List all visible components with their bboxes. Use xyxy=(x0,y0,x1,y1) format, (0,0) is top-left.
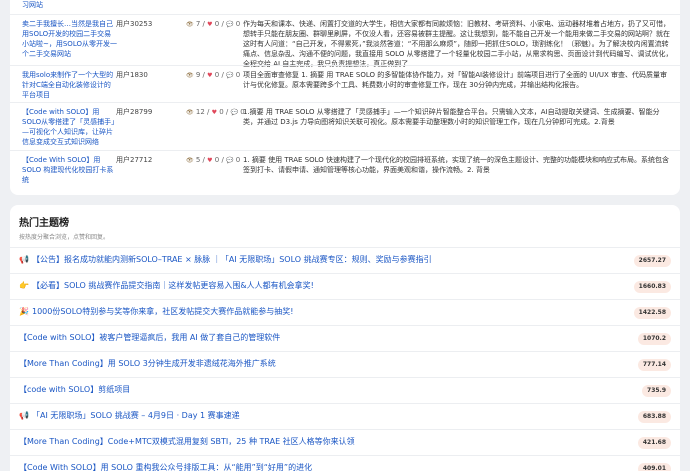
row-user[interactable]: 用户28799 xyxy=(116,107,152,117)
score-badge: 409.01 xyxy=(637,463,671,471)
row-user[interactable]: 用户27712 xyxy=(116,155,152,165)
row-stats: 👁 7 / ♥ 0 / 💬 0 xyxy=(186,20,241,28)
score-badge: 1422.58 xyxy=(633,307,671,319)
comment-count: 0 xyxy=(235,71,241,79)
pointing-hand-icon: 👉 xyxy=(19,281,29,290)
score-badge: 1660.83 xyxy=(633,281,671,293)
list-item[interactable]: 📢 【公告】报名成功就能内测新SOLO–TRAE × 脉脉 ｜「AI 无限职场」… xyxy=(10,247,680,273)
view-count: 7 xyxy=(195,20,201,28)
row-description: 1. 摘要 使用 TRAE SOLO 快速构建了一个现代化的校园排班系统，实现了… xyxy=(243,156,669,174)
row-title-link[interactable]: 【Code with SOLO】用SOLO从零搭建了「灵感捕手」—可视化个人知识… xyxy=(22,107,117,147)
heart-icon: ♥ xyxy=(211,109,217,116)
table-row: 【Code With SOLO】用 SOLO 构建现代化校园打卡系统 用户277… xyxy=(10,150,680,186)
row-title-link[interactable]: 卖二手我擅长…当然是我自己用SOLO开发的校园二手交易小站啦~，用SOLO从零开… xyxy=(22,19,117,59)
megaphone-icon: 📢 xyxy=(19,411,29,420)
hot-topics-card: 热门主题榜 按热度分聚合浏览，点赞和回复。 📢 【公告】报名成功就能内测新SOL… xyxy=(10,205,680,471)
score-badge: 735.9 xyxy=(642,385,671,397)
view-count: 5 xyxy=(195,156,201,164)
row-stats: 👁 9 / ♥ 0 / 💬 0 xyxy=(186,71,241,79)
row-description: 项目全面审查修复 1. 摘要 用 TRAE SOLO 的多智能体协作能力，对「智… xyxy=(243,71,667,89)
like-count: 0 xyxy=(214,20,220,28)
topic-link[interactable]: 【code with SOLO】剪纸项目 xyxy=(19,385,130,395)
topic-link[interactable]: 【必看】SOLO 挑战赛作品提交指南｜这样发帖更容易入围&人人都有机会拿奖! xyxy=(32,281,314,291)
eye-icon: 👁 xyxy=(186,157,194,164)
score-badge: 421.68 xyxy=(637,437,671,449)
section-title: 热门主题榜 xyxy=(19,218,69,229)
topic-link[interactable]: 【More Than Coding】用 SOLO 3分钟生成开发非遗绒花海外推广… xyxy=(19,359,276,369)
topic-link[interactable]: 【Code with SOLO】被客户管理逼疯后，我用 AI 做了套自己的管理软… xyxy=(19,333,280,343)
comment-icon: 💬 xyxy=(226,21,234,28)
comment-count: 0 xyxy=(235,20,241,28)
topic-link[interactable]: 【More Than Coding】Code+MTC双模式混用复刻 SBTI，2… xyxy=(19,437,355,447)
list-item[interactable]: 【Code With SOLO】用 SOLO 重构我公众号排版工具：从“能用”到… xyxy=(10,455,680,471)
view-count: 9 xyxy=(195,71,201,79)
row-title-link[interactable]: 【Code With SOLO】用 SOLO 构建现代化校园打卡系统 xyxy=(22,155,117,185)
list-item[interactable]: 【More Than Coding】用 SOLO 3分钟生成开发非遗绒花海外推广… xyxy=(10,351,680,377)
list-item[interactable]: 👉 【必看】SOLO 挑战赛作品提交指南｜这样发帖更容易入围&人人都有机会拿奖!… xyxy=(10,273,680,299)
row-description: 作为每天和课本、快递、闲置打交道的大学生，相信大家都有同款烦恼：旧教材、考研资料… xyxy=(243,20,673,68)
score-badge: 683.88 xyxy=(637,411,671,423)
topic-table: 习网站 卖二手我擅长…当然是我自己用SOLO开发的校园二手交易小站啦~，用SOL… xyxy=(10,0,680,195)
like-count: 0 xyxy=(214,156,220,164)
list-item[interactable]: 🎉 1000份SOLO特别参与奖等你来拿，社区发帖提交大赛作品就能参与抽奖! 1… xyxy=(10,299,680,325)
party-popper-icon: 🎉 xyxy=(19,307,29,316)
heart-icon: ♥ xyxy=(207,21,213,28)
topic-link[interactable]: 「AI 无限职场」SOLO 挑战赛 – 4月9日 · Day 1 赛事速递 xyxy=(32,411,240,421)
table-row: 卖二手我擅长…当然是我自己用SOLO开发的校园二手交易小站啦~，用SOLO从零开… xyxy=(10,14,680,68)
row-user[interactable]: 用户30253 xyxy=(116,19,152,29)
comment-count: 0 xyxy=(235,156,241,164)
list-item[interactable]: 【Code with SOLO】被客户管理逼疯后，我用 AI 做了套自己的管理软… xyxy=(10,325,680,351)
comment-icon: 💬 xyxy=(226,72,234,79)
table-row: 我用solo来制作了一个大型的针对C端全自动化装修设计的平台项目 用户1830 … xyxy=(10,65,680,105)
list-item[interactable]: 【code with SOLO】剪纸项目 735.9 xyxy=(10,377,680,403)
topic-link[interactable]: 1000份SOLO特别参与奖等你来拿，社区发帖提交大赛作品就能参与抽奖! xyxy=(32,307,293,317)
like-count: 0 xyxy=(214,71,220,79)
row-user[interactable]: 用户1830 xyxy=(116,70,148,80)
list-item[interactable]: 【More Than Coding】Code+MTC双模式混用复刻 SBTI，2… xyxy=(10,429,680,455)
score-badge: 1070.2 xyxy=(637,333,671,345)
heart-icon: ♥ xyxy=(207,72,213,79)
row-stats: 👁 12 / ♥ 0 / 💬 0 xyxy=(186,108,245,116)
topic-link[interactable]: 【Code With SOLO】用 SOLO 重构我公众号排版工具：从“能用”到… xyxy=(19,463,312,471)
eye-icon: 👁 xyxy=(186,109,194,116)
table-row: 【Code with SOLO】用SOLO从零搭建了「灵感捕手」—可视化个人知识… xyxy=(10,102,680,150)
topic-link[interactable]: 【公告】报名成功就能内测新SOLO–TRAE × 脉脉 ｜「AI 无限职场」SO… xyxy=(32,255,432,265)
heart-icon: ♥ xyxy=(207,157,213,164)
comment-icon: 💬 xyxy=(230,109,238,116)
eye-icon: 👁 xyxy=(186,21,194,28)
list-item[interactable]: 📢 「AI 无限职场」SOLO 挑战赛 – 4月9日 · Day 1 赛事速递 … xyxy=(10,403,680,429)
row-description: 1.摘要 用 TRAE SOLO 从零搭建了「灵感捕手」—一个知识碎片智能整合平… xyxy=(243,108,660,126)
row-stats: 👁 5 / ♥ 0 / 💬 0 xyxy=(186,156,241,164)
section-subtitle: 按热度分聚合浏览，点赞和回复。 xyxy=(19,234,110,241)
megaphone-icon: 📢 xyxy=(19,255,29,264)
row-title-link[interactable]: 我用solo来制作了一个大型的针对C端全自动化装修设计的平台项目 xyxy=(22,70,117,100)
view-count: 12 xyxy=(195,108,205,116)
like-count: 0 xyxy=(219,108,224,116)
score-badge: 2657.27 xyxy=(633,255,671,267)
partial-row-title[interactable]: 习网站 xyxy=(22,0,117,10)
eye-icon: 👁 xyxy=(186,72,194,79)
score-badge: 777.14 xyxy=(637,359,671,371)
comment-icon: 💬 xyxy=(226,157,234,164)
